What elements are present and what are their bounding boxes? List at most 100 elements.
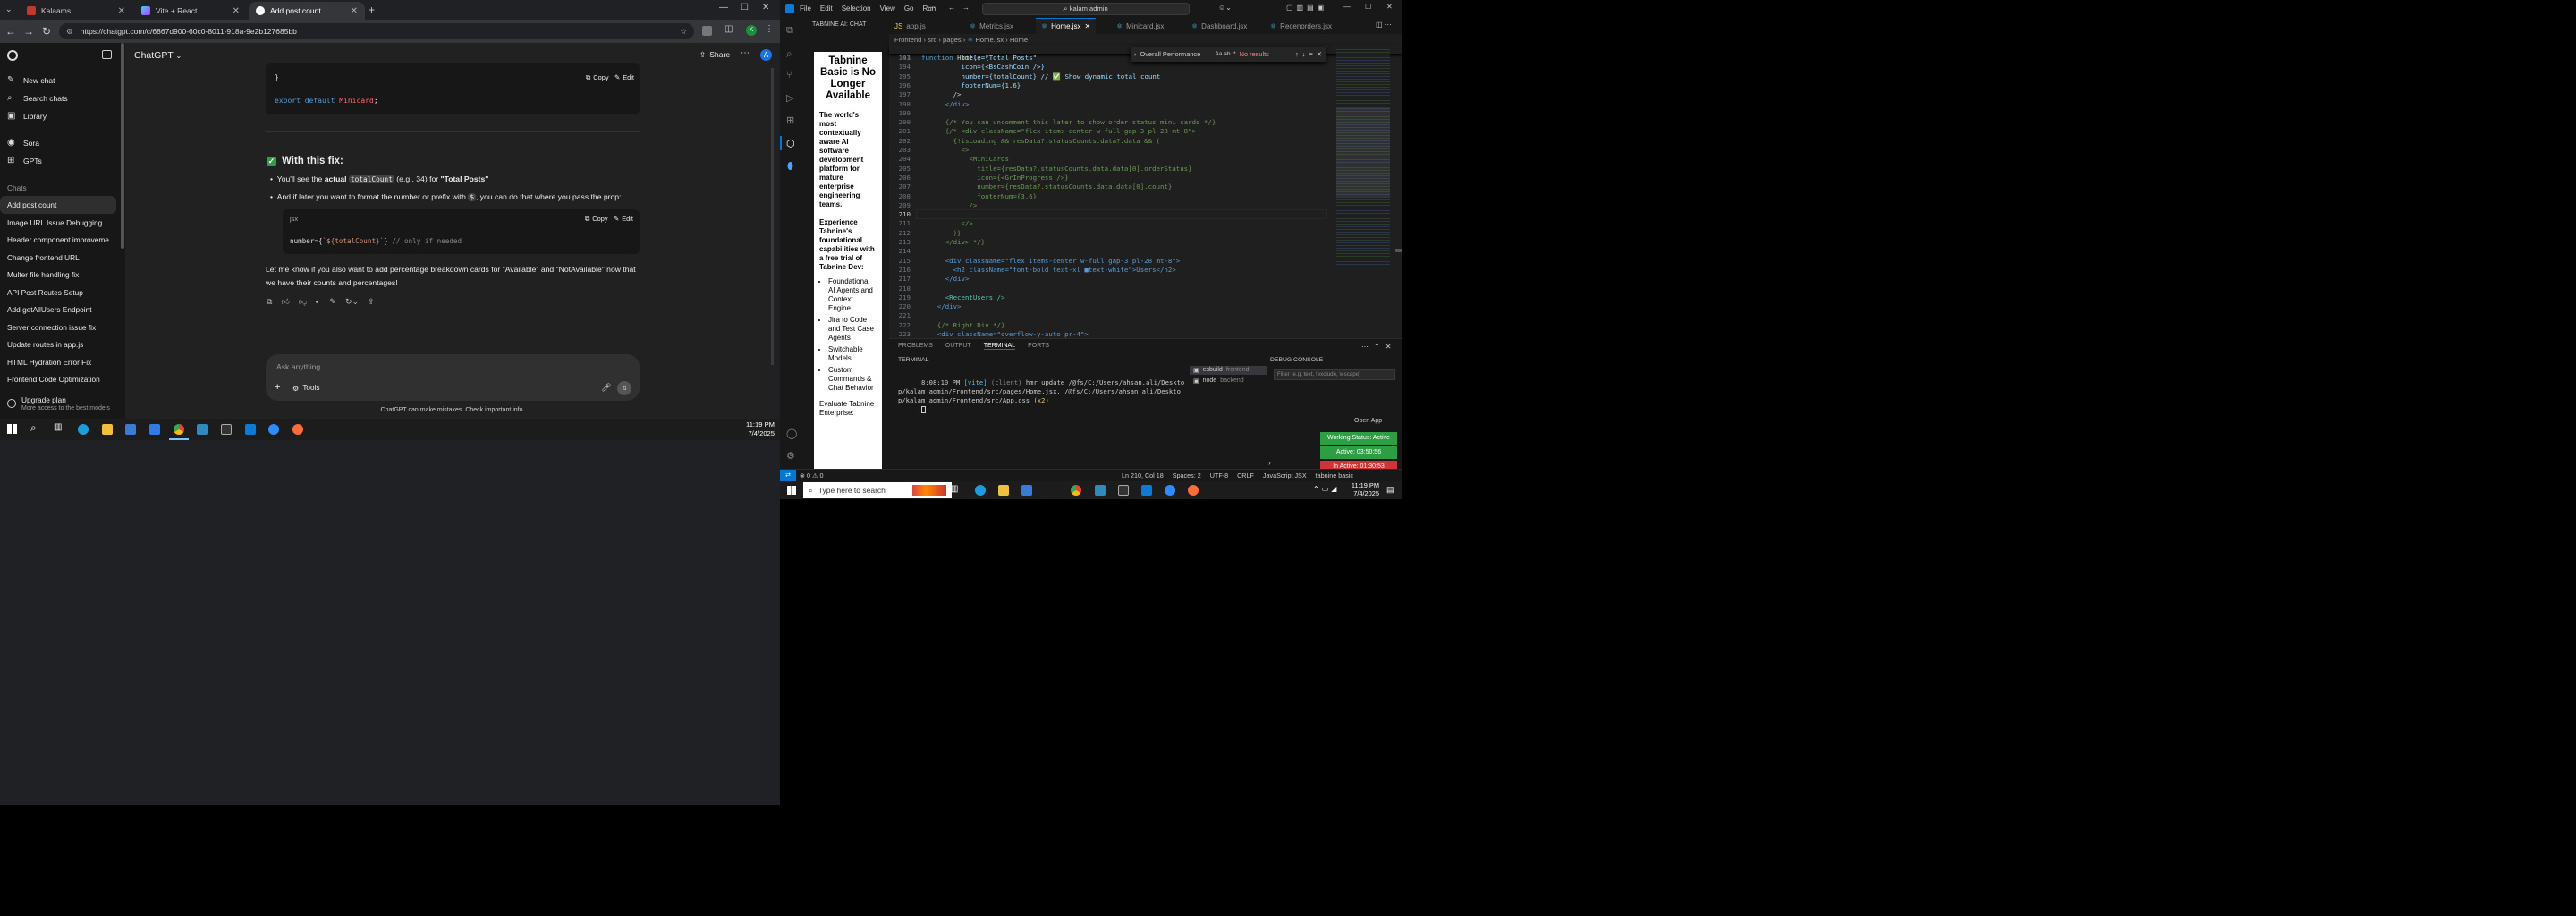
close-tab-icon[interactable]: ✕ (118, 6, 125, 16)
tabnine-icon[interactable]: ⬡ (786, 138, 795, 149)
copilot-icon[interactable]: ☺⌄ (1218, 4, 1232, 12)
edge-icon[interactable] (78, 424, 89, 435)
close-tab-icon[interactable]: ✕ (233, 6, 240, 16)
postman-icon[interactable] (292, 424, 303, 435)
breadcrumb-item[interactable]: Home (1010, 36, 1028, 44)
sora-button[interactable]: ◉ Sora (7, 139, 39, 148)
user-avatar[interactable]: A (760, 49, 772, 61)
find-next-icon[interactable]: ↓ (1302, 50, 1306, 58)
search-icon[interactable]: ⌕ (786, 47, 792, 61)
tab-search-icon[interactable]: ⌄ (5, 4, 16, 15)
edit-button[interactable]: ✎ Edit (614, 73, 634, 81)
new-tab-icon[interactable]: + (369, 4, 375, 16)
debug-filter-input[interactable]: Filter (e.g. text, !exclude, \escape) (1274, 369, 1395, 380)
mail-icon[interactable] (149, 424, 160, 435)
new-chat-button[interactable]: ✎ New chat (7, 76, 55, 86)
find-in-selection-icon[interactable]: ≡ (1309, 50, 1312, 58)
voice-mode-button[interactable]: ♫ (617, 381, 631, 395)
panel-tab[interactable]: PROBLEMS (898, 343, 933, 350)
postman-icon[interactable] (1188, 485, 1199, 496)
terminal-icon[interactable] (221, 424, 232, 435)
accounts-icon[interactable]: ◯ (786, 428, 797, 439)
terminal-item-node[interactable]: ▣ node backend (1190, 377, 1267, 386)
extension-icon[interactable] (702, 26, 712, 36)
minimize-icon[interactable]: — (1343, 3, 1351, 11)
extensions-puzzle-icon[interactable]: ◫ (724, 24, 733, 34)
language-mode[interactable]: JavaScript JSX (1263, 471, 1307, 479)
match-case-icon[interactable]: Aa ab .* (1215, 51, 1235, 57)
remote-indicator-icon[interactable]: ⇄ (780, 470, 796, 482)
copy-icon[interactable]: ⧉ (267, 297, 272, 307)
address-bar[interactable]: ⚙ https://chatgpt.com/c/6867d900-60c0-80… (59, 23, 694, 39)
tabnine-app-icon[interactable] (197, 424, 208, 435)
task-view-icon[interactable]: ▥ (950, 484, 958, 494)
chat-history-item[interactable]: API Post Routes Setup (0, 284, 116, 301)
line-ending[interactable]: CRLF (1237, 471, 1254, 479)
chat-history-item[interactable]: Frontend Code Optimization (0, 370, 116, 388)
file-explorer-icon[interactable] (102, 424, 113, 435)
file-explorer-icon[interactable] (998, 485, 1009, 496)
droplet-icon[interactable]: ⬮ (787, 161, 793, 173)
problems-counter[interactable]: ⊗ 0 ⚠ 0 (800, 471, 823, 479)
terminal-output[interactable]: 8:08:10 PM [vite] (client) hmr update /@… (898, 369, 1186, 423)
manage-gear-icon[interactable]: ⚙ (786, 450, 795, 462)
chat-history-item[interactable]: Header component improveme... (0, 231, 116, 249)
panel-tab[interactable]: OUTPUT (945, 343, 971, 350)
clock-time[interactable]: 11:19 PM (1343, 481, 1379, 489)
code-lines[interactable]: 193 title="Total Posts" 194 icon={<BsCash… (889, 54, 1327, 338)
close-window-icon[interactable]: ✕ (1386, 3, 1393, 11)
encoding[interactable]: UTF-8 (1210, 471, 1228, 479)
chat-history-item[interactable]: Multer file handling fix (0, 266, 116, 284)
store-icon[interactable] (1021, 485, 1032, 496)
vscode-icon[interactable] (1141, 485, 1152, 496)
chat-history-item[interactable]: Server connection issue fix (0, 318, 116, 336)
copy-button[interactable]: ⧉ Copy (586, 73, 609, 82)
nav-forward-icon[interactable]: → (962, 4, 970, 12)
clock-time[interactable]: 11:19 PM (742, 420, 775, 428)
cursor-position[interactable]: Ln 210, Col 18 (1122, 471, 1164, 479)
find-input[interactable]: Overall Performance (1140, 50, 1211, 58)
chat-history-item[interactable]: Image URL Issue Debugging (0, 214, 116, 232)
model-selector[interactable]: ChatGPT ⌄ (134, 50, 182, 61)
read-aloud-icon[interactable]: 🔈︎ (316, 297, 320, 307)
panel-chevron-icon[interactable]: › (1268, 459, 1271, 467)
maximize-icon[interactable]: ☐ (741, 3, 749, 13)
windows-start-icon[interactable] (7, 424, 17, 434)
profile-avatar[interactable]: K (746, 25, 757, 36)
close-tab-icon[interactable]: ✕ (1085, 22, 1091, 30)
editor-tab[interactable]: ⚛ Home.jsx ✕ (1036, 18, 1097, 34)
share-button[interactable]: ⇪ Share (699, 50, 730, 60)
main-scrollbar[interactable] (771, 68, 774, 365)
indentation[interactable]: Spaces: 2 (1173, 471, 1201, 479)
breadcrumb-item[interactable]: Home.jsx (975, 36, 1004, 44)
chat-history-item[interactable]: HTML Hydration Error Fix (0, 353, 116, 371)
more-options-icon[interactable]: ⋯ (741, 48, 750, 58)
tabnine-app-icon[interactable] (1095, 485, 1106, 496)
microphone-icon[interactable]: 🎤︎ (601, 383, 611, 393)
panel-actions[interactable]: ⋯⌃✕ (1361, 343, 1396, 351)
chrome-icon[interactable] (1071, 485, 1081, 496)
bookmark-star-icon[interactable]: ☆ (680, 27, 687, 37)
run-debug-icon[interactable]: ▷ (786, 92, 793, 104)
url-text[interactable]: https://chatgpt.com/c/6867d900-60c0-8011… (80, 27, 297, 36)
extensions-icon[interactable]: ⊞ (786, 114, 794, 126)
search-icon[interactable]: ⌕ (30, 421, 37, 435)
panel-tab[interactable]: PORTS (1028, 343, 1049, 350)
clock-date[interactable]: 7/4/2025 (742, 429, 775, 437)
tab-vite-react[interactable]: Vite + React ✕ (134, 2, 247, 20)
search-chats-button[interactable]: ⌕ Search chats (7, 94, 68, 104)
thumbs-up-icon[interactable]: 👍︎ (281, 297, 289, 307)
windows-start-icon[interactable] (787, 486, 796, 495)
command-center[interactable]: ⌕ kalam admin (982, 3, 1190, 15)
editor-tab[interactable]: ⚛ Minicard.jsx (1111, 18, 1169, 34)
share-icon[interactable]: ⇪ (368, 297, 375, 307)
find-prev-icon[interactable]: ↑ (1295, 50, 1299, 58)
sidebar-scrollbar[interactable] (121, 43, 124, 249)
chat-history-item[interactable]: Update routes in app.js (0, 335, 116, 353)
task-view-icon[interactable]: ▥ (54, 422, 62, 432)
gpts-button[interactable]: ⊞ GPTs (7, 157, 42, 166)
back-icon[interactable]: ← (2, 25, 20, 38)
chat-history-item[interactable]: Add getAllUsers Endpoint (0, 301, 116, 318)
menu-item[interactable]: Go (904, 4, 914, 13)
taskbar-search-box[interactable]: ⌕ Type here to search (803, 482, 952, 498)
